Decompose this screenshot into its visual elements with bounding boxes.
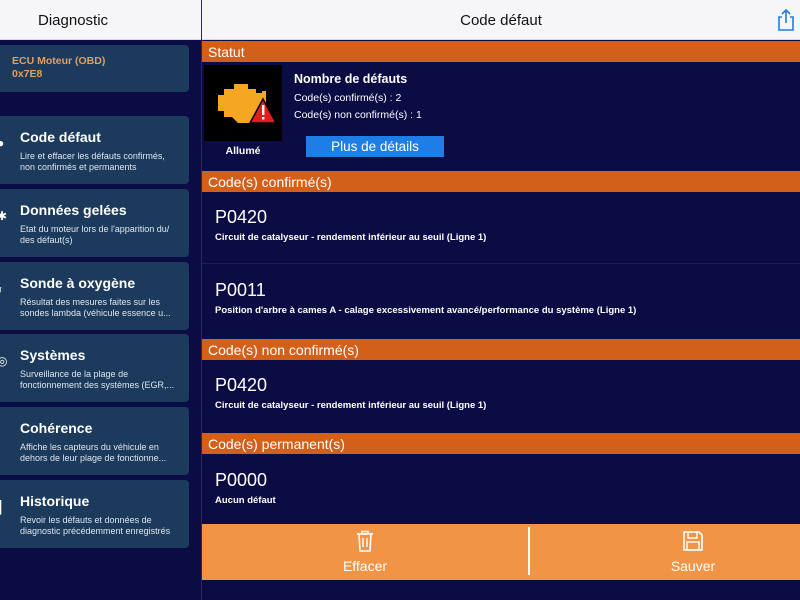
- sidebar-item-desc-line: Surveillance de la plage de: [20, 369, 129, 379]
- sidebar-item-desc-line: dehors de leur plage de fonctionne...: [20, 453, 167, 463]
- sidebar-item-desc-line: Résultat des mesures faites sur les: [20, 297, 161, 307]
- sidebar-item-desc: Etat du moteur lors de l'apparition du/ …: [20, 224, 181, 246]
- fault-description: Position d'arbre à cames A - calage exce…: [215, 305, 637, 316]
- unconfirmed-count: Code(s) non confirmé(s) : 1: [294, 109, 422, 121]
- bottom-toolbar: Effacer Sauver: [202, 524, 800, 580]
- sidebar-item-desc-line: sondes lambda (véhicule essence u...: [20, 308, 171, 318]
- fault-code: P0420: [215, 207, 268, 227]
- sidebar-item-desc: Affiche les capteurs du véhicule en deho…: [20, 442, 181, 464]
- systems-icon: ◎: [0, 354, 8, 368]
- save-button[interactable]: Sauver: [593, 524, 793, 580]
- engine-indicator: [204, 65, 282, 141]
- sidebar-item-historique[interactable]: ▌ Historique Revoir les défauts et donné…: [0, 480, 189, 548]
- engine-state-label: Allumé: [225, 145, 261, 157]
- sidebar-item-title: Sonde à oxygène: [20, 275, 136, 291]
- section-header-unconfirmed: Code(s) non confirmé(s): [202, 339, 800, 360]
- section-header-confirmed: Code(s) confirmé(s): [202, 171, 800, 192]
- snowflake-icon: ✱: [0, 209, 8, 223]
- sidebar-item-donnees-gelees[interactable]: ✱ Données gelées Etat du moteur lors de …: [0, 189, 189, 257]
- sensor-icon: ◐: [0, 282, 5, 296]
- toolbar-divider: [528, 527, 530, 575]
- fault-code: P0011: [215, 280, 266, 300]
- page-title: Code défaut: [460, 12, 542, 29]
- sidebar-item-title: Code défaut: [20, 129, 101, 145]
- section-header-permanent: Code(s) permanent(s): [202, 433, 800, 454]
- history-icon: ▌: [0, 500, 6, 514]
- faults-count-title: Nombre de défauts: [294, 72, 408, 86]
- sidebar-item-desc-line: diagnostic précédemment enregistrés: [20, 526, 171, 536]
- save-button-label: Sauver: [670, 558, 716, 574]
- row-divider: [202, 263, 800, 264]
- fault-code: P0420: [215, 375, 268, 395]
- check-engine-icon: [218, 84, 278, 124]
- sidebar-item-desc-line: Lire et effacer les défauts confirmés,: [20, 151, 165, 161]
- sidebar-item-desc-line: Revoir les défauts et données de: [20, 515, 152, 525]
- clear-button-label: Effacer: [342, 558, 388, 574]
- sidebar-item-desc-line: non confirmés et permanents: [20, 162, 137, 172]
- sidebar-item-title: Systèmes: [20, 347, 86, 363]
- sidebar: ECU Moteur (OBD) 0x7E8 ● Code défaut Lir…: [0, 41, 201, 600]
- sidebar-item-systemes[interactable]: ◎ Systèmes Surveillance de la plage de f…: [0, 334, 189, 402]
- sidebar-item-title: Historique: [20, 493, 90, 509]
- menu-icon: ●: [0, 136, 5, 150]
- sidebar-item-desc-line: des défaut(s): [20, 235, 73, 245]
- sidebar-item-desc: Lire et effacer les défauts confirmés, n…: [20, 151, 181, 173]
- fault-description: Circuit de catalyseur - rendement inféri…: [215, 232, 487, 243]
- sidebar-item-title: Données gelées: [20, 202, 127, 218]
- section-header-statut: Statut: [202, 41, 800, 62]
- fault-code: P0000: [215, 470, 268, 490]
- confirmed-count: Code(s) confirmé(s) : 2: [294, 92, 402, 104]
- ecu-selector[interactable]: ECU Moteur (OBD) 0x7E8: [0, 45, 189, 92]
- sidebar-item-sonde-oxygene[interactable]: ◐ Sonde à oxygène Résultat des mesures f…: [0, 262, 189, 330]
- fault-description: Aucun défaut: [215, 495, 276, 506]
- sidebar-item-code-defaut[interactable]: ● Code défaut Lire et effacer les défaut…: [0, 116, 189, 184]
- sidebar-item-desc-line: Affiche les capteurs du véhicule en: [20, 442, 159, 452]
- sidebar-item-desc: Revoir les défauts et données de diagnos…: [20, 515, 181, 537]
- sidebar-title: Diagnostic: [38, 12, 109, 29]
- main-navbar: Code défaut: [202, 0, 800, 40]
- sidebar-item-desc: Surveillance de la plage de fonctionneme…: [20, 369, 181, 391]
- sidebar-item-desc: Résultat des mesures faites sur les sond…: [20, 297, 181, 319]
- ecu-address: 0x7E8: [12, 68, 43, 80]
- main-content: Statut Allumé Nombre de défauts Code(s) …: [202, 41, 800, 524]
- sidebar-navbar: Diagnostic: [0, 0, 201, 40]
- sidebar-item-title: Cohérence: [20, 420, 93, 436]
- trash-icon: [357, 530, 373, 552]
- ecu-name: ECU Moteur (OBD): [12, 55, 106, 67]
- fault-description: Circuit de catalyseur - rendement inféri…: [215, 400, 487, 411]
- home-indicator-area: [202, 580, 800, 600]
- sidebar-item-coherence[interactable]: Cohérence Affiche les capteurs du véhicu…: [0, 407, 189, 475]
- floppy-disk-icon: [683, 531, 703, 551]
- sidebar-item-desc-line: Etat du moteur lors de l'apparition du/: [20, 224, 170, 234]
- share-icon[interactable]: [776, 8, 796, 32]
- more-details-button[interactable]: Plus de détails: [306, 136, 444, 157]
- sidebar-item-desc-line: fonctionnement des systèmes (EGR,...: [20, 380, 175, 390]
- clear-button[interactable]: Effacer: [265, 524, 465, 580]
